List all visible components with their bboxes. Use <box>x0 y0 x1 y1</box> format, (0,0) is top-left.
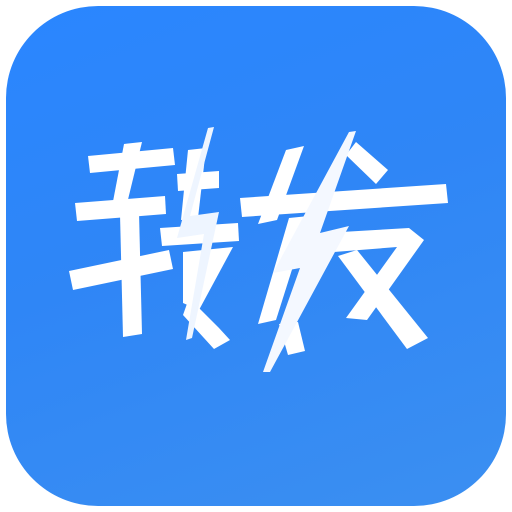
char-fa <box>240 142 448 355</box>
lightning-bolt-icon <box>263 131 356 372</box>
char-zhuan <box>69 142 239 349</box>
app-logo-mark <box>69 127 448 372</box>
